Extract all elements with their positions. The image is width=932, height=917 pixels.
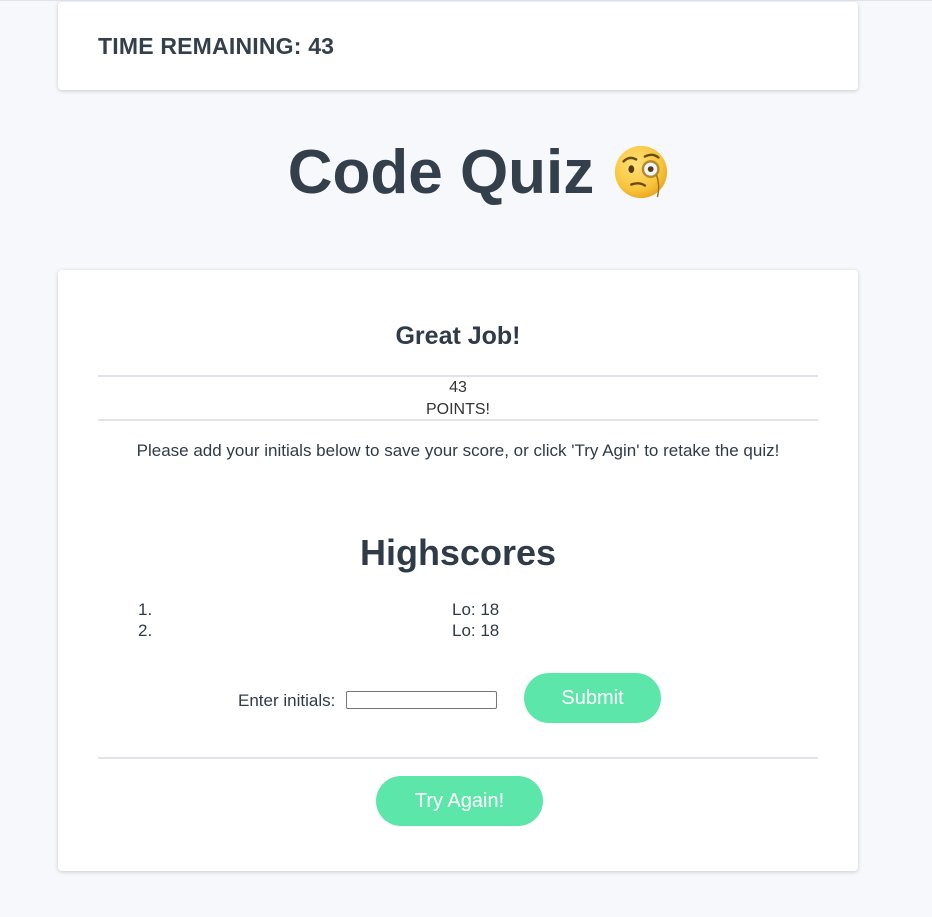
timer-card: TIME REMAINING: 43 bbox=[58, 2, 858, 90]
score-value: 43 bbox=[449, 379, 467, 396]
highscore-entry: Lo: 18 bbox=[452, 621, 500, 640]
list-item: 1. Lo: 18 bbox=[58, 600, 858, 620]
page-header: Code Quiz bbox=[0, 137, 932, 207]
try-again-button[interactable]: Try Again! bbox=[376, 776, 543, 826]
highscores-title: Highscores bbox=[359, 532, 557, 573]
list-item: 2. Lo: 18 bbox=[58, 621, 858, 641]
initials-form: Enter initials: Submit bbox=[58, 673, 858, 725]
divider bbox=[98, 757, 818, 759]
face-with-monocle-icon bbox=[615, 145, 668, 199]
initials-label: Enter initials: bbox=[238, 691, 336, 710]
score-unit: POINTS! bbox=[425, 401, 490, 418]
instructions-text: Please add your initials below to save y… bbox=[136, 441, 780, 460]
highscore-rank: 2. bbox=[138, 621, 153, 640]
divider bbox=[98, 375, 818, 377]
result-card: Great Job! 43 POINTS! Please add your in… bbox=[58, 270, 858, 871]
highscore-entry: Lo: 18 bbox=[452, 600, 500, 619]
divider bbox=[98, 419, 818, 421]
result-heading: Great Job! bbox=[395, 322, 521, 350]
submit-button[interactable]: Submit bbox=[524, 673, 661, 723]
time-remaining: TIME REMAINING: 43 bbox=[98, 33, 335, 59]
page-title: Code Quiz bbox=[287, 137, 595, 207]
initials-input[interactable] bbox=[346, 691, 497, 709]
highscore-rank: 1. bbox=[138, 600, 153, 619]
